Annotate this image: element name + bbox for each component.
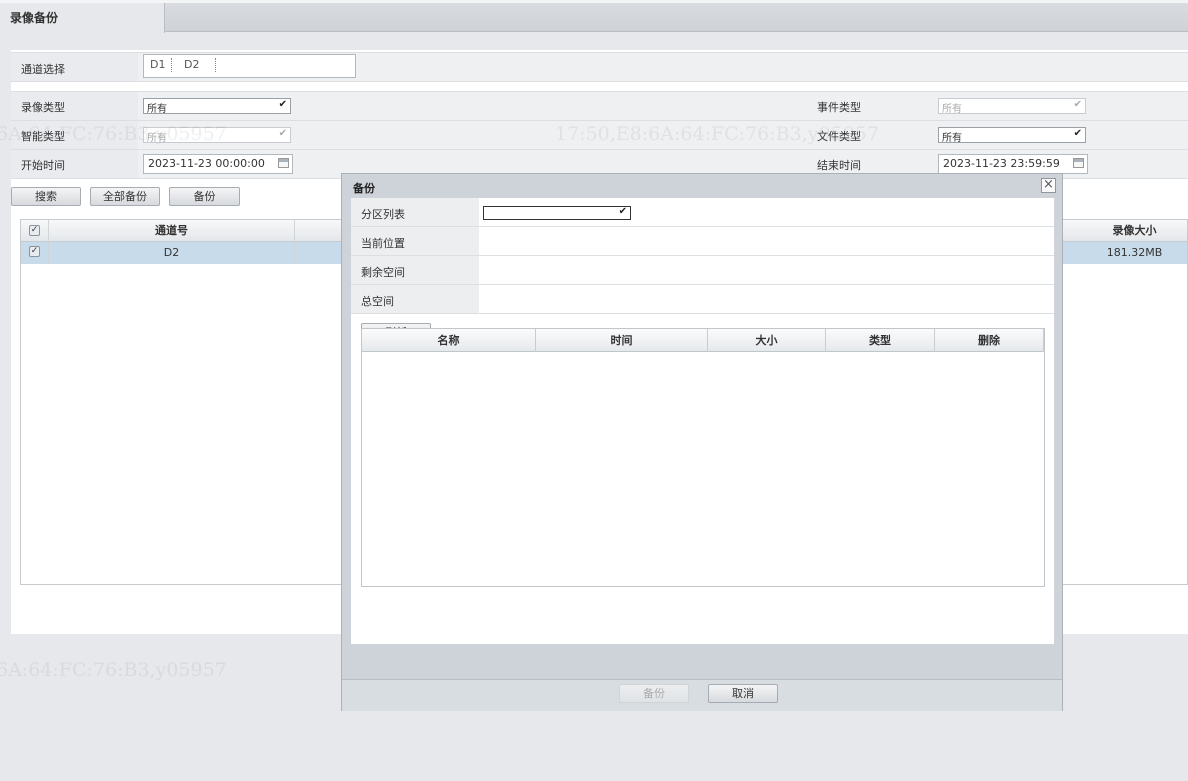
partition-label: 分区列表 <box>351 198 479 226</box>
file-type-select[interactable]: 所有 ✔ <box>938 127 1086 144</box>
chevron-down-icon: ✔ <box>618 206 627 217</box>
column-time[interactable]: 时间 <box>536 329 708 352</box>
end-time-value: 2023-11-23 23:59:59 <box>943 157 1060 170</box>
chevron-down-icon: ✔ <box>278 99 287 110</box>
file-type-value: 所有 <box>942 133 962 144</box>
record-type-select[interactable]: 所有 ✔ <box>143 98 291 115</box>
end-time-input[interactable]: 2023-11-23 23:59:59 <box>938 154 1088 174</box>
event-type-select[interactable]: 所有 ✔ <box>938 98 1086 115</box>
dialog-backup-button[interactable]: 备份 <box>619 684 689 703</box>
backup-button[interactable]: 备份 <box>169 187 240 206</box>
search-button[interactable]: 搜索 <box>11 187 81 206</box>
channel-chip-d2[interactable]: D2 <box>184 58 217 72</box>
smart-type-value: 所有 <box>147 133 167 144</box>
column-channel[interactable]: 通道号 <box>49 220 295 242</box>
column-delete[interactable]: 删除 <box>935 329 1044 352</box>
smart-type-label: 智能类型 <box>21 130 65 143</box>
dialog-body: 分区列表 ✔ 当前位置 剩余空间 总空间 刷新 名称 时间 大小 类型 删除 <box>351 198 1054 644</box>
start-time-value: 2023-11-23 00:00:00 <box>148 157 265 170</box>
backup-dialog: 备份 × 分区列表 ✔ 当前位置 剩余空间 总空间 刷新 名称 时间 大小 类型… <box>341 173 1063 711</box>
channel-chip-d1[interactable]: D1 <box>150 58 173 72</box>
file-type-label: 文件类型 <box>817 130 861 143</box>
event-type-value: 所有 <box>942 104 962 115</box>
calendar-icon[interactable] <box>278 158 289 168</box>
close-icon[interactable]: × <box>1041 178 1056 193</box>
column-record-size[interactable]: 录像大小 <box>1081 220 1188 242</box>
partition-select[interactable]: ✔ <box>483 206 631 220</box>
channel-select-box[interactable]: D1 D2 <box>143 54 356 78</box>
select-all-cell: ✓ <box>21 220 49 242</box>
dialog-cancel-button[interactable]: 取消 <box>708 684 778 703</box>
event-type-label: 事件类型 <box>817 101 861 114</box>
current-location-label: 当前位置 <box>351 227 479 255</box>
row-checkbox[interactable]: ✓ <box>29 246 40 257</box>
row-select-cell: ✓ <box>21 242 49 264</box>
watermark: 6A:64:FC:76:B3,y05957 <box>0 659 227 681</box>
backup-all-button[interactable]: 全部备份 <box>90 187 160 206</box>
channel-select-label: 通道选择 <box>21 63 65 76</box>
chevron-down-icon: ✔ <box>278 128 287 139</box>
select-all-checkbox[interactable]: ✓ <box>29 225 40 236</box>
dialog-footer: 备份 取消 <box>342 679 1062 711</box>
device-file-table: 名称 时间 大小 类型 删除 <box>361 328 1045 587</box>
record-type-label: 录像类型 <box>21 101 65 114</box>
partition-row: 分区列表 ✔ <box>351 198 1054 227</box>
smart-type-select[interactable]: 所有 ✔ <box>143 127 291 144</box>
free-space-label: 剩余空间 <box>351 256 479 284</box>
top-tab-bar <box>0 0 1188 32</box>
dialog-title: 备份 <box>353 182 375 195</box>
column-type[interactable]: 类型 <box>826 329 935 352</box>
end-time-label: 结束时间 <box>817 159 861 172</box>
chevron-down-icon: ✔ <box>1073 99 1082 110</box>
row-record-size: 181.32MB <box>1106 246 1163 259</box>
column-name[interactable]: 名称 <box>362 329 536 352</box>
tab-record-backup[interactable]: 录像备份 <box>0 3 165 33</box>
column-size[interactable]: 大小 <box>708 329 826 352</box>
total-space-row: 总空间 <box>351 285 1054 314</box>
start-time-label: 开始时间 <box>21 159 65 172</box>
current-location-row: 当前位置 <box>351 227 1054 256</box>
chevron-down-icon: ✔ <box>1073 128 1082 139</box>
calendar-icon[interactable] <box>1073 158 1084 168</box>
device-file-table-header: 名称 时间 大小 类型 删除 <box>362 329 1044 352</box>
start-time-input[interactable]: 2023-11-23 00:00:00 <box>143 154 293 174</box>
free-space-row: 剩余空间 <box>351 256 1054 285</box>
row-channel: D2 <box>49 242 295 264</box>
total-space-label: 总空间 <box>351 285 479 313</box>
record-type-value: 所有 <box>147 104 167 115</box>
